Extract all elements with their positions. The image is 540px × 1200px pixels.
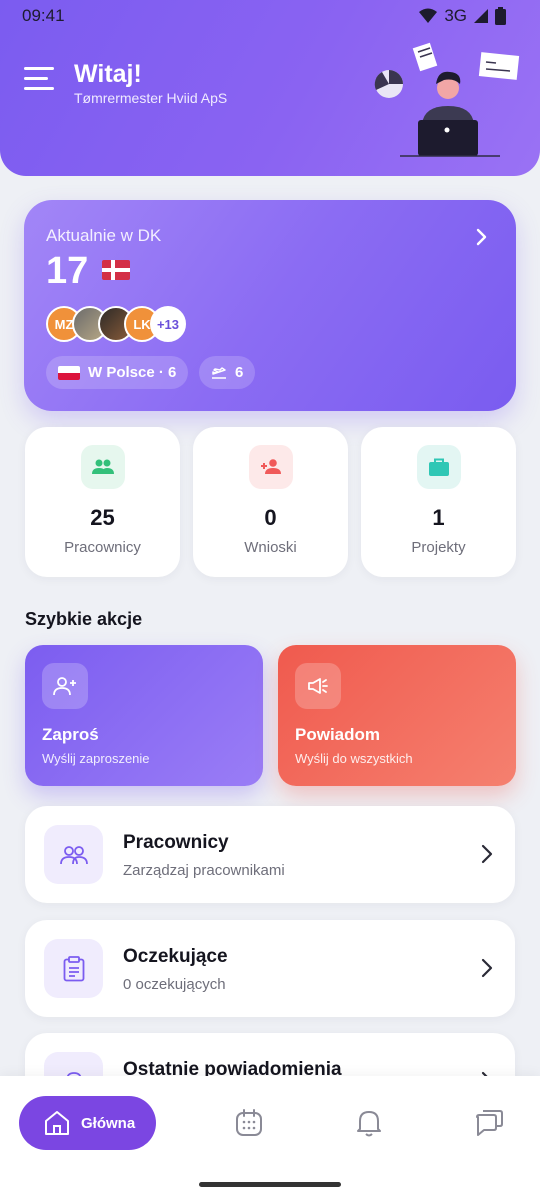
users-icon (59, 845, 88, 864)
stat-card-requests[interactable]: 0 Wnioski (193, 427, 348, 577)
stat-label: Projekty (411, 539, 466, 556)
traveling-count: 6 (235, 364, 244, 381)
invite-subtitle: Wyślij zaproszenie (42, 751, 150, 766)
plane-icon (212, 366, 226, 379)
chat-icon[interactable] (474, 1108, 504, 1138)
greeting-title: Witaj! (74, 60, 142, 88)
menu-button[interactable] (24, 67, 54, 91)
working-person-illustration (374, 42, 520, 157)
list-item-title: Oczekujące (123, 946, 228, 967)
user-add-icon (261, 459, 281, 474)
list-item-employees[interactable]: Pracownicy Zarządzaj pracownikami (25, 806, 515, 903)
app-header: 09:41 3G Witaj! Tømrermester Hviid ApS (0, 0, 540, 176)
denmark-presence-card[interactable]: Aktualnie w DK 17 MZ LK +13 W Polsce · 6… (24, 200, 516, 411)
chevron-right-icon (481, 844, 493, 864)
in-poland-label: W Polsce · 6 (88, 364, 177, 381)
notify-title: Powiadom (295, 725, 381, 744)
stat-label: Pracownicy (64, 539, 141, 556)
company-name: Tømrermester Hviid ApS (74, 90, 228, 106)
clipboard-icon (63, 955, 84, 981)
home-icon (45, 1111, 69, 1135)
quick-actions-title: Szybkie akcje (25, 609, 143, 629)
in-poland-pill[interactable]: W Polsce · 6 (46, 356, 189, 389)
nav-home-button[interactable]: Główna (19, 1096, 156, 1150)
stat-card-projects[interactable]: 1 Projekty (361, 427, 516, 577)
dk-card-label: Aktualnie w DK (46, 226, 162, 245)
calendar-icon[interactable] (234, 1108, 264, 1138)
nav-home-label: Główna (81, 1114, 136, 1132)
stat-value: 0 (264, 505, 277, 530)
list-item-pending[interactable]: Oczekujące 0 oczekujących (25, 920, 515, 1017)
battery-icon (495, 7, 506, 25)
notify-all-button[interactable]: Powiadom Wyślij do wszystkich (278, 645, 516, 786)
traveling-pill[interactable]: 6 (199, 356, 256, 389)
menu-icon (24, 67, 54, 70)
chevron-right-icon (481, 958, 493, 978)
status-time: 09:41 (22, 6, 65, 25)
invite-action-button[interactable]: Zaproś Wyślij zaproszenie (25, 645, 263, 786)
notify-subtitle: Wyślij do wszystkich (295, 751, 413, 766)
briefcase-icon (429, 458, 449, 476)
network-type: 3G (444, 6, 467, 25)
signal-icon (474, 9, 488, 23)
bottom-navigation: Główna (0, 1076, 540, 1200)
status-bar: 09:41 3G (0, 0, 540, 32)
users-icon (92, 459, 114, 474)
avatar-more-count: +13 (150, 306, 186, 342)
invite-title: Zaproś (42, 725, 99, 744)
poland-flag-icon (58, 365, 80, 380)
list-item-subtitle: Zarządzaj pracownikami (123, 862, 285, 879)
stat-card-employees[interactable]: 25 Pracownicy (25, 427, 180, 577)
user-add-icon (53, 677, 76, 696)
megaphone-icon (308, 678, 328, 694)
stat-value: 25 (90, 505, 115, 530)
home-indicator (199, 1182, 341, 1187)
stat-label: Wnioski (244, 539, 297, 556)
denmark-flag-icon (102, 260, 130, 280)
list-item-subtitle: 0 oczekujących (123, 976, 226, 993)
chevron-right-icon (476, 228, 487, 246)
wifi-icon (419, 8, 438, 23)
dk-worker-count: 17 (46, 250, 89, 292)
list-item-title: Pracownicy (123, 832, 229, 853)
stat-value: 1 (432, 505, 445, 530)
bell-icon[interactable] (354, 1108, 384, 1138)
